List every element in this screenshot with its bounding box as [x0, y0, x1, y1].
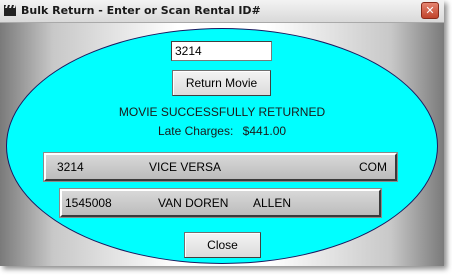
bulk-return-window: Bulk Return - Enter or Scan Rental ID# ✕… [0, 0, 444, 266]
window-close-button[interactable]: ✕ [421, 2, 439, 19]
movie-id: 3214 [57, 160, 84, 174]
late-charges-value: $441.00 [242, 124, 287, 138]
customer-info-bar: 1545008 VAN DOREN ALLEN [59, 188, 382, 218]
late-charges-label: Late Charges: [157, 124, 234, 138]
movie-title: VICE VERSA [149, 160, 222, 174]
return-movie-button[interactable]: Return Movie [172, 70, 271, 96]
movie-genre: COM [359, 160, 387, 174]
rental-id-input[interactable] [171, 41, 272, 61]
customer-first-name: ALLEN [253, 196, 292, 210]
close-button[interactable]: Close [184, 232, 261, 258]
title-bar[interactable]: Bulk Return - Enter or Scan Rental ID# ✕ [0, 0, 444, 23]
status-message: MOVIE SUCCESSFULLY RETURNED [118, 105, 326, 119]
customer-id: 1545008 [65, 196, 112, 210]
customer-last-name: VAN DOREN [158, 196, 229, 210]
close-icon: ✕ [425, 4, 435, 17]
cyan-ellipse-panel [6, 28, 438, 264]
window-title: Bulk Return - Enter or Scan Rental ID# [21, 4, 261, 17]
late-charges: Late Charges: $441.00 [0, 124, 444, 138]
clapperboard-icon [4, 5, 16, 16]
dialog-body: Return Movie MOVIE SUCCESSFULLY RETURNED… [0, 23, 444, 266]
movie-info-bar: 3214 VICE VERSA COM [43, 152, 398, 182]
